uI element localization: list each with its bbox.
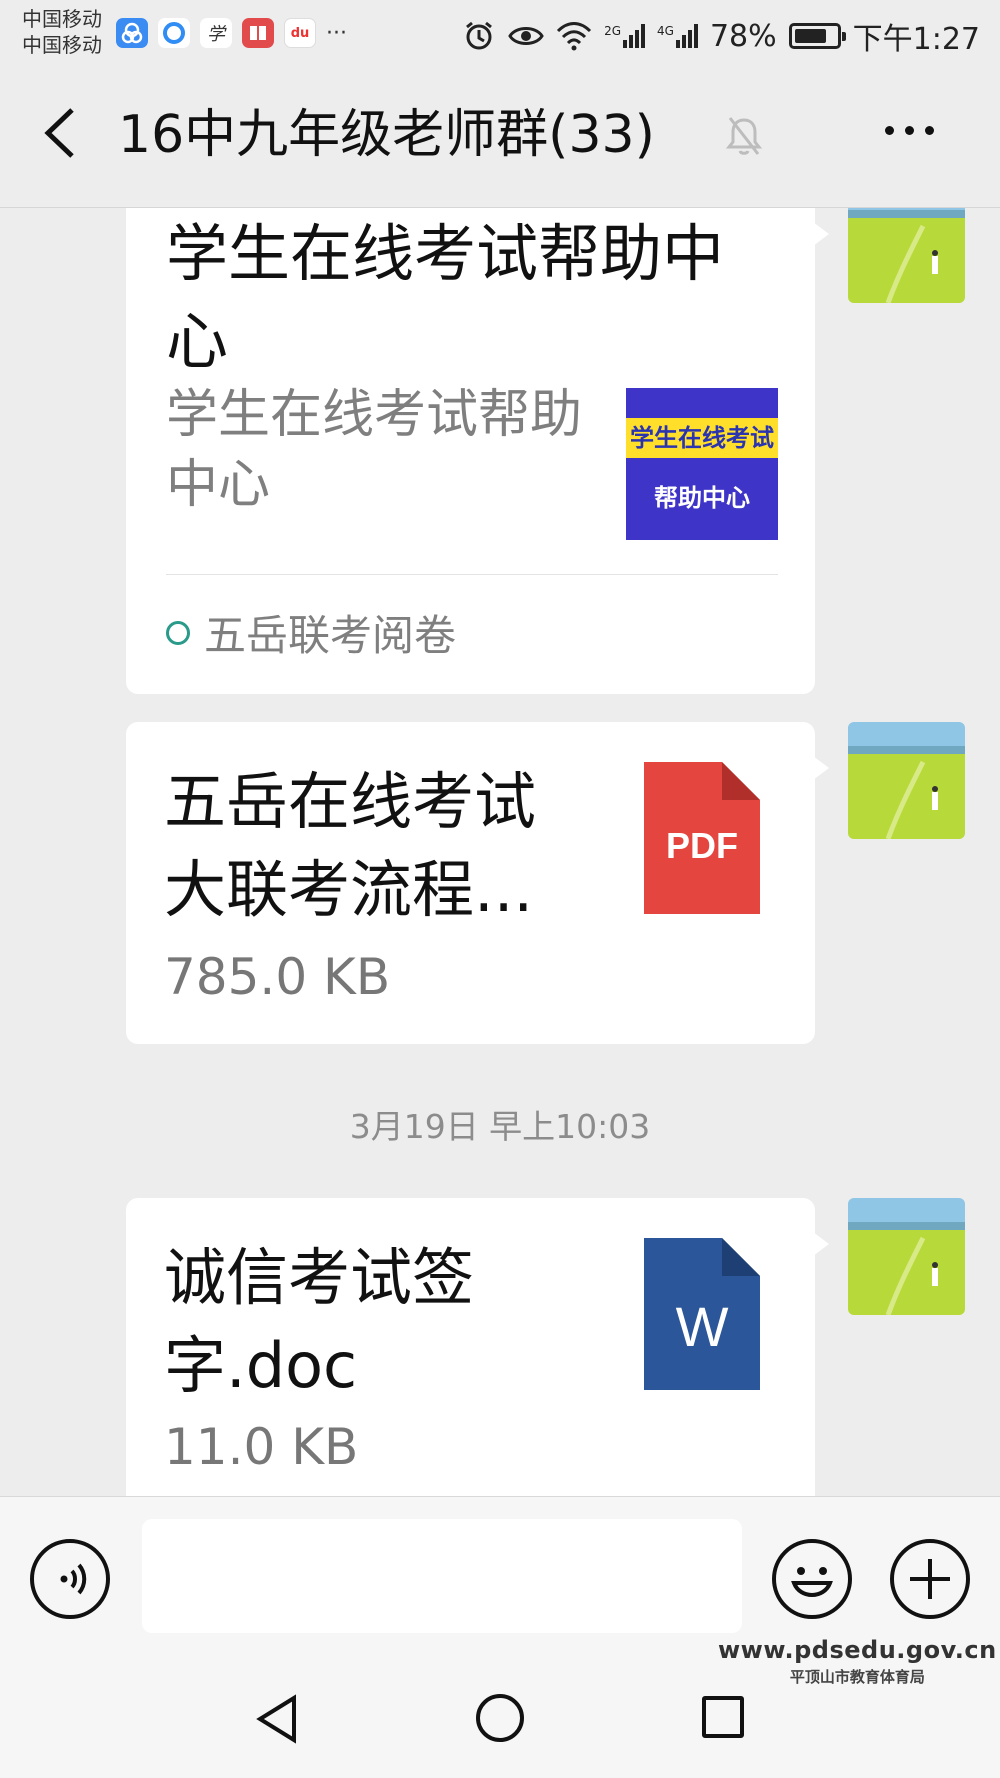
muted-bell-icon <box>725 117 763 155</box>
watermark-url: www.pdsedu.gov.cn <box>718 1636 997 1664</box>
thumbnail-text-1: 学生在线考试 <box>626 418 778 458</box>
message-input[interactable] <box>142 1519 742 1633</box>
file-size: 11.0 KB <box>164 1418 359 1476</box>
link-thumbnail: 学生在线考试 帮助中心 <box>626 388 778 540</box>
smiley-icon <box>791 1567 833 1597</box>
chat-title: 16中九年级老师群(33) <box>118 105 655 165</box>
qq-browser-icon <box>158 18 190 48</box>
file-name: 五岳在线考试大联考流程... <box>164 765 537 926</box>
wifi-icon <box>557 22 592 51</box>
file-message[interactable]: 诚信考试签字.doc 11.0 KB W <box>126 1198 829 1496</box>
battery-percent: 78% <box>709 18 777 54</box>
clock: 下午1:27 <box>852 22 980 57</box>
message-timestamp: 3月19日 早上10:03 <box>349 1107 651 1146</box>
baidu-maps-icon <box>116 18 148 48</box>
link-title: 学生在线考试帮助中心 <box>166 217 725 378</box>
chat-header: 16中九年级老师群(33) <box>0 62 1000 208</box>
plus-icon <box>910 1559 950 1599</box>
voice-icon <box>60 1563 87 1595</box>
file-size: 785.0 KB <box>164 948 391 1006</box>
divider <box>166 574 778 575</box>
chat-info-button[interactable] <box>885 110 965 150</box>
signal-2g-icon: 2G <box>604 24 645 48</box>
watermark-org: 平顶山市教育体育局 <box>789 1668 925 1686</box>
nav-home-icon[interactable] <box>476 1694 524 1742</box>
notification-icons: 学 du ··· <box>116 18 347 48</box>
reader-icon <box>242 18 274 48</box>
emoji-button[interactable] <box>772 1539 852 1619</box>
carrier-2: 中国移动 <box>22 33 102 57</box>
back-arrow-icon[interactable] <box>38 102 88 164</box>
system-indicators: 2G 4G 78% 下午1:27 <box>462 14 980 58</box>
voice-input-button[interactable] <box>30 1539 110 1619</box>
thumbnail-text-2: 帮助中心 <box>654 484 750 512</box>
status-bar: 中国移动 中国移动 学 du ··· 2G 4G 78% 下午1:27 <box>0 0 1000 62</box>
eye-comfort-icon <box>508 27 544 45</box>
du-icon: du <box>284 18 316 48</box>
link-source: 五岳联考阅卷 <box>166 602 456 663</box>
xuexi-icon: 学 <box>200 18 232 48</box>
pdf-file-icon: PDF <box>644 762 760 914</box>
word-file-icon: W <box>644 1238 760 1390</box>
avatar[interactable] <box>848 1198 965 1315</box>
signal-4g-icon: 4G <box>657 24 698 48</box>
carrier-1: 中国移动 <box>22 7 102 31</box>
source-logo-icon <box>166 620 190 645</box>
more-notifications-icon: ··· <box>326 20 347 46</box>
avatar[interactable] <box>848 208 965 303</box>
avatar[interactable] <box>848 722 965 839</box>
more-functions-button[interactable] <box>890 1539 970 1619</box>
battery-icon <box>788 23 846 49</box>
nav-back-icon[interactable] <box>254 1694 304 1744</box>
nav-recent-apps-icon[interactable] <box>702 1696 744 1738</box>
file-message[interactable]: 五岳在线考试大联考流程... 785.0 KB PDF <box>126 722 829 1044</box>
word-icon-label: W <box>676 1295 729 1358</box>
carrier-labels: 中国移动 中国移动 <box>22 6 102 58</box>
link-card-message[interactable]: 学生在线考试帮助中心 学生在线考试帮助中心 学生在线考试 帮助中心 五岳联考阅卷 <box>126 208 829 694</box>
link-description: 学生在线考试帮助中心 <box>166 385 583 515</box>
pdf-icon-label: PDF <box>666 825 738 866</box>
message-list[interactable]: 学生在线考试帮助中心 学生在线考试帮助中心 学生在线考试 帮助中心 五岳联考阅卷… <box>0 208 1000 1496</box>
input-bar <box>0 1496 1000 1638</box>
watermark: www.pdsedu.gov.cn 平顶山市教育体育局 <box>718 1636 997 1687</box>
source-name: 五岳联考阅卷 <box>204 611 457 660</box>
file-name: 诚信考试签字.doc <box>164 1241 475 1402</box>
alarm-icon <box>466 21 492 50</box>
